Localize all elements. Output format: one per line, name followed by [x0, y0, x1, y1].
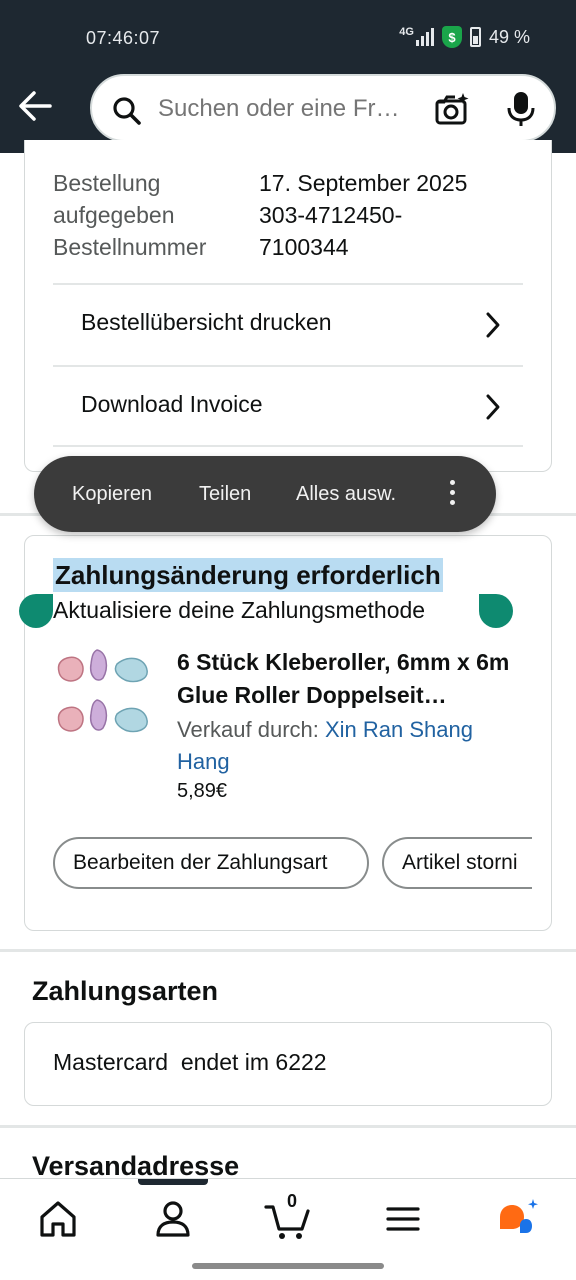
order-details-card: Bestellung aufgegeben Bestellnummer 17. …	[24, 140, 552, 472]
app-header: 07:46:07 4G $ 49 %	[0, 0, 576, 153]
search-bar[interactable]	[90, 74, 556, 142]
cart-count: 0	[286, 1191, 297, 1211]
chevron-right-icon	[486, 394, 500, 420]
home-icon[interactable]	[34, 1197, 82, 1241]
status-icons: 4G $ 49 %	[399, 26, 530, 48]
product-image[interactable]	[53, 646, 153, 746]
battery-level: 49 %	[488, 26, 530, 47]
bottom-navigation: 0	[0, 1178, 576, 1280]
status-time: 07:46:07	[86, 28, 161, 48]
camera-lens-icon[interactable]	[434, 92, 470, 126]
payment-card-text: Mastercard endet im 6222	[53, 1049, 327, 1075]
order-number-2: 7100344	[259, 234, 349, 260]
rufus-icon[interactable]	[494, 1197, 542, 1241]
sold-by-label: Verkauf durch:	[177, 717, 319, 742]
microphone-icon[interactable]	[506, 90, 536, 128]
text-selection-toolbar: Kopieren Teilen Alles ausw.	[34, 456, 496, 532]
share-action[interactable]: Teilen	[199, 483, 251, 506]
payment-change-title: Zahlungsänderung erforderlich	[53, 558, 443, 592]
search-icon[interactable]	[112, 96, 142, 126]
download-invoice-link[interactable]: Download Invoice	[53, 365, 523, 447]
cancel-item-button[interactable]: Artikel storni	[382, 837, 532, 889]
edit-payment-method-button[interactable]: Bearbeiten der Zahlungsart	[53, 837, 369, 889]
product-title[interactable]: 6 Stück Kleberoller, 6mm x 6m Glue Rolle…	[177, 646, 527, 712]
search-input[interactable]	[158, 94, 414, 124]
payment-change-subtitle: Aktualisiere deine Zahlungsmethode	[53, 597, 426, 623]
back-arrow-icon[interactable]	[16, 88, 56, 124]
chevron-right-icon	[486, 312, 500, 338]
copy-action[interactable]: Kopieren	[72, 483, 152, 506]
network-type: 4G	[399, 26, 414, 38]
select-all-action[interactable]: Alles ausw.	[296, 483, 396, 506]
order-number: 303-4712450-	[259, 202, 403, 228]
shield-icon: $	[441, 26, 462, 48]
battery-icon	[469, 27, 481, 47]
payment-change-card: Zahlungsänderung erforderlich Aktualisie…	[19, 535, 552, 931]
active-tab-indicator	[138, 1179, 208, 1185]
order-number-label: Bestellnummer	[53, 234, 207, 260]
order-placed-label: Bestellung	[53, 170, 161, 196]
cart-button[interactable]: 0	[264, 1191, 312, 1241]
selection-handle-start[interactable]	[19, 594, 53, 628]
print-order-summary-link[interactable]: Bestellübersicht drucken	[53, 283, 523, 365]
download-invoice-label: Download Invoice	[81, 391, 263, 417]
order-placed-label-2: aufgegeben	[53, 202, 175, 228]
menu-icon[interactable]	[379, 1197, 427, 1241]
order-date: 17. September 2025	[259, 170, 468, 196]
product-price: 5,89€	[177, 780, 228, 802]
section-divider	[0, 1125, 576, 1128]
more-options-icon[interactable]	[446, 480, 458, 508]
payment-method-card: Mastercard endet im 6222	[24, 1022, 552, 1106]
selection-handle-end[interactable]	[479, 594, 513, 628]
gesture-bar[interactable]	[192, 1263, 384, 1269]
print-order-summary-label: Bestellübersicht drucken	[81, 309, 332, 335]
account-icon[interactable]	[149, 1197, 197, 1241]
signal-icon	[415, 28, 434, 46]
payment-methods-heading: Zahlungsarten	[32, 976, 219, 1006]
section-divider	[0, 949, 576, 952]
sold-by-line: Verkauf durch: Xin Ran Shang Hang	[177, 714, 527, 778]
